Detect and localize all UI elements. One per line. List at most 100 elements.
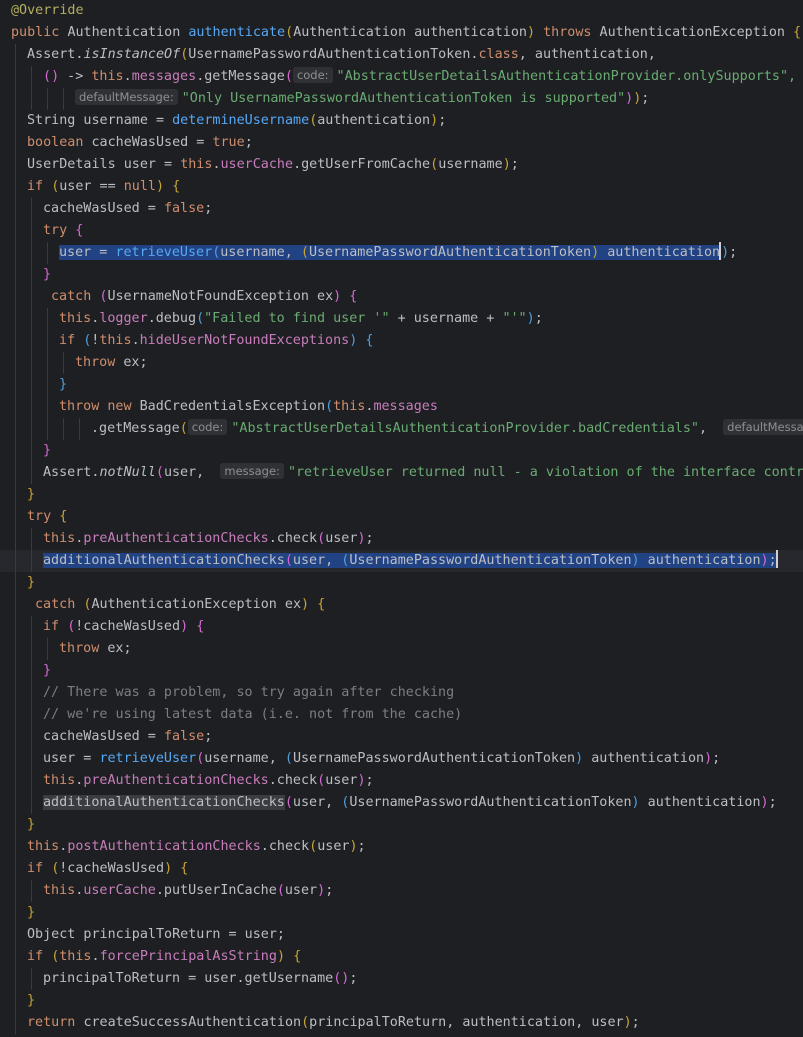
indent-guide [47,88,48,110]
indent-guide [31,308,32,330]
code-line[interactable]: } [0,902,803,924]
indent-guide [31,88,32,110]
code-token: ) [357,773,366,788]
code-token: if [43,619,68,634]
code-text: } [27,990,35,1012]
code-token: { [180,861,189,876]
code-line[interactable]: catch (AuthenticationException ex) { [0,594,803,616]
code-token: ( [284,553,293,568]
code-token: authenticate [188,25,286,40]
code-line[interactable]: // we're using latest data (i.e. not fro… [0,704,803,726]
code-line[interactable]: Assert.notNull(user, message: "retrieveUs… [0,462,803,484]
code-line[interactable]: additionalAuthenticationChecks(user, (Us… [0,550,803,572]
code-text: // There was a problem, so try again aft… [43,682,454,704]
code-text: @Override [11,0,84,22]
code-token: .getUserFromCache [293,157,431,172]
code-token: userCache [83,883,156,898]
code-line[interactable]: user = retrieveUser(username, (UsernameP… [0,242,803,264]
code-token: principalToReturn, authentication, user [309,1015,624,1030]
code-line[interactable]: Object principalToReturn = user; [0,924,803,946]
code-token: boolean [27,135,92,150]
code-token: ex; [123,355,148,370]
code-editor[interactable]: @Override public Authentication authentic… [0,0,803,1037]
indent-guide [15,286,16,308]
code-line[interactable]: } [0,264,803,286]
code-line[interactable]: public Authentication authenticate(Authe… [0,22,803,44]
code-line[interactable]: () -> this.messages.getMessage(code: "Abs… [0,66,803,88]
indent-guide [15,242,16,264]
code-line[interactable]: if (user == null) { [0,176,803,198]
code-line[interactable]: } [0,374,803,396]
code-token: this [43,773,76,788]
code-token: catch [51,289,100,304]
code-line[interactable]: throw new BadCredentialsException(this.m… [0,396,803,418]
code-line[interactable]: try { [0,220,803,242]
code-line[interactable]: user = retrieveUser(username, (UsernameP… [0,748,803,770]
indent-guide [47,396,48,418]
code-line[interactable]: Assert.isInstanceOf(UsernamePasswordAuth… [0,44,803,66]
code-token: .check [260,839,310,854]
code-text: this.userCache.putUserInCache(user); [43,880,333,902]
code-line[interactable]: cacheWasUsed = false; [0,198,803,220]
indent-guide [15,594,16,616]
indent-guide [15,638,16,660]
code-token: { [75,223,84,238]
code-line[interactable]: principalToReturn = user.getUsername(); [0,968,803,990]
code-token: this [43,531,76,546]
code-line[interactable]: // There was a problem, so try again aft… [0,682,803,704]
code-line[interactable]: } [0,440,803,462]
code-line[interactable]: if (!cacheWasUsed) { [0,858,803,880]
code-token: class [478,47,519,62]
indent-guide [31,352,32,374]
code-line[interactable]: if (this.forcePrincipalAsString) { [0,946,803,968]
indent-guide [31,330,32,352]
code-line[interactable]: UserDetails user = this.userCache.getUse… [0,154,803,176]
code-token: { [317,597,326,612]
code-line[interactable]: this.preAuthenticationChecks.check(user)… [0,770,803,792]
code-token: authentication [583,751,705,766]
code-text: } [27,902,35,924]
code-line[interactable]: catch (UsernameNotFoundException ex) { [0,286,803,308]
code-token: } [27,575,36,590]
code-line[interactable]: } [0,990,803,1012]
code-line[interactable]: this.preAuthenticationChecks.check(user)… [0,528,803,550]
code-line[interactable]: return createSuccessAuthentication(princ… [0,1012,803,1034]
code-line[interactable]: .getMessage(code: "AbstractUserDetailsAut… [0,418,803,440]
code-token: this [27,839,60,854]
indent-guide [31,748,32,770]
code-token: retrieveUser [99,751,197,766]
code-token: + username + [389,311,503,326]
code-token: ) [631,795,640,810]
code-token: ( [276,883,285,898]
code-token: "retrieveUser returned null - a violatio… [287,465,803,480]
code-line[interactable]: defaultMessage: "Only UsernamePasswordAut… [0,88,803,110]
indent-guide [15,660,16,682]
code-line[interactable]: String username = determineUsername(auth… [0,110,803,132]
code-line[interactable]: } [0,572,803,594]
indent-guide [15,176,16,198]
code-text: } [27,814,35,836]
code-line[interactable]: cacheWasUsed = false; [0,726,803,748]
code-line[interactable]: this.logger.debug("Failed to find user '… [0,308,803,330]
code-line[interactable]: this.postAuthenticationChecks.check(user… [0,836,803,858]
code-line[interactable]: } [0,814,803,836]
code-token: { [196,619,205,634]
code-line[interactable]: @Override [0,0,803,22]
indent-guide [15,88,16,110]
code-line[interactable]: if (!cacheWasUsed) { [0,616,803,638]
code-token: try [43,223,76,238]
code-token: ex; [107,641,132,656]
code-line[interactable]: boolean cacheWasUsed = true; [0,132,803,154]
code-text: Assert.notNull(user, message: "retrieveUs… [43,462,803,484]
code-line[interactable]: if (!this.hideUserNotFoundExceptions) { [0,330,803,352]
code-token: { [293,949,302,964]
code-line[interactable]: } [0,660,803,682]
indent-guide [31,638,32,660]
code-line[interactable]: this.userCache.putUserInCache(user); [0,880,803,902]
code-line[interactable]: throw ex; [0,638,803,660]
code-line[interactable]: try { [0,506,803,528]
code-line[interactable]: additionalAuthenticationChecks(user, (Us… [0,792,803,814]
code-line[interactable]: throw ex; [0,352,803,374]
code-token: throw [75,355,124,370]
code-line[interactable]: } [0,484,803,506]
